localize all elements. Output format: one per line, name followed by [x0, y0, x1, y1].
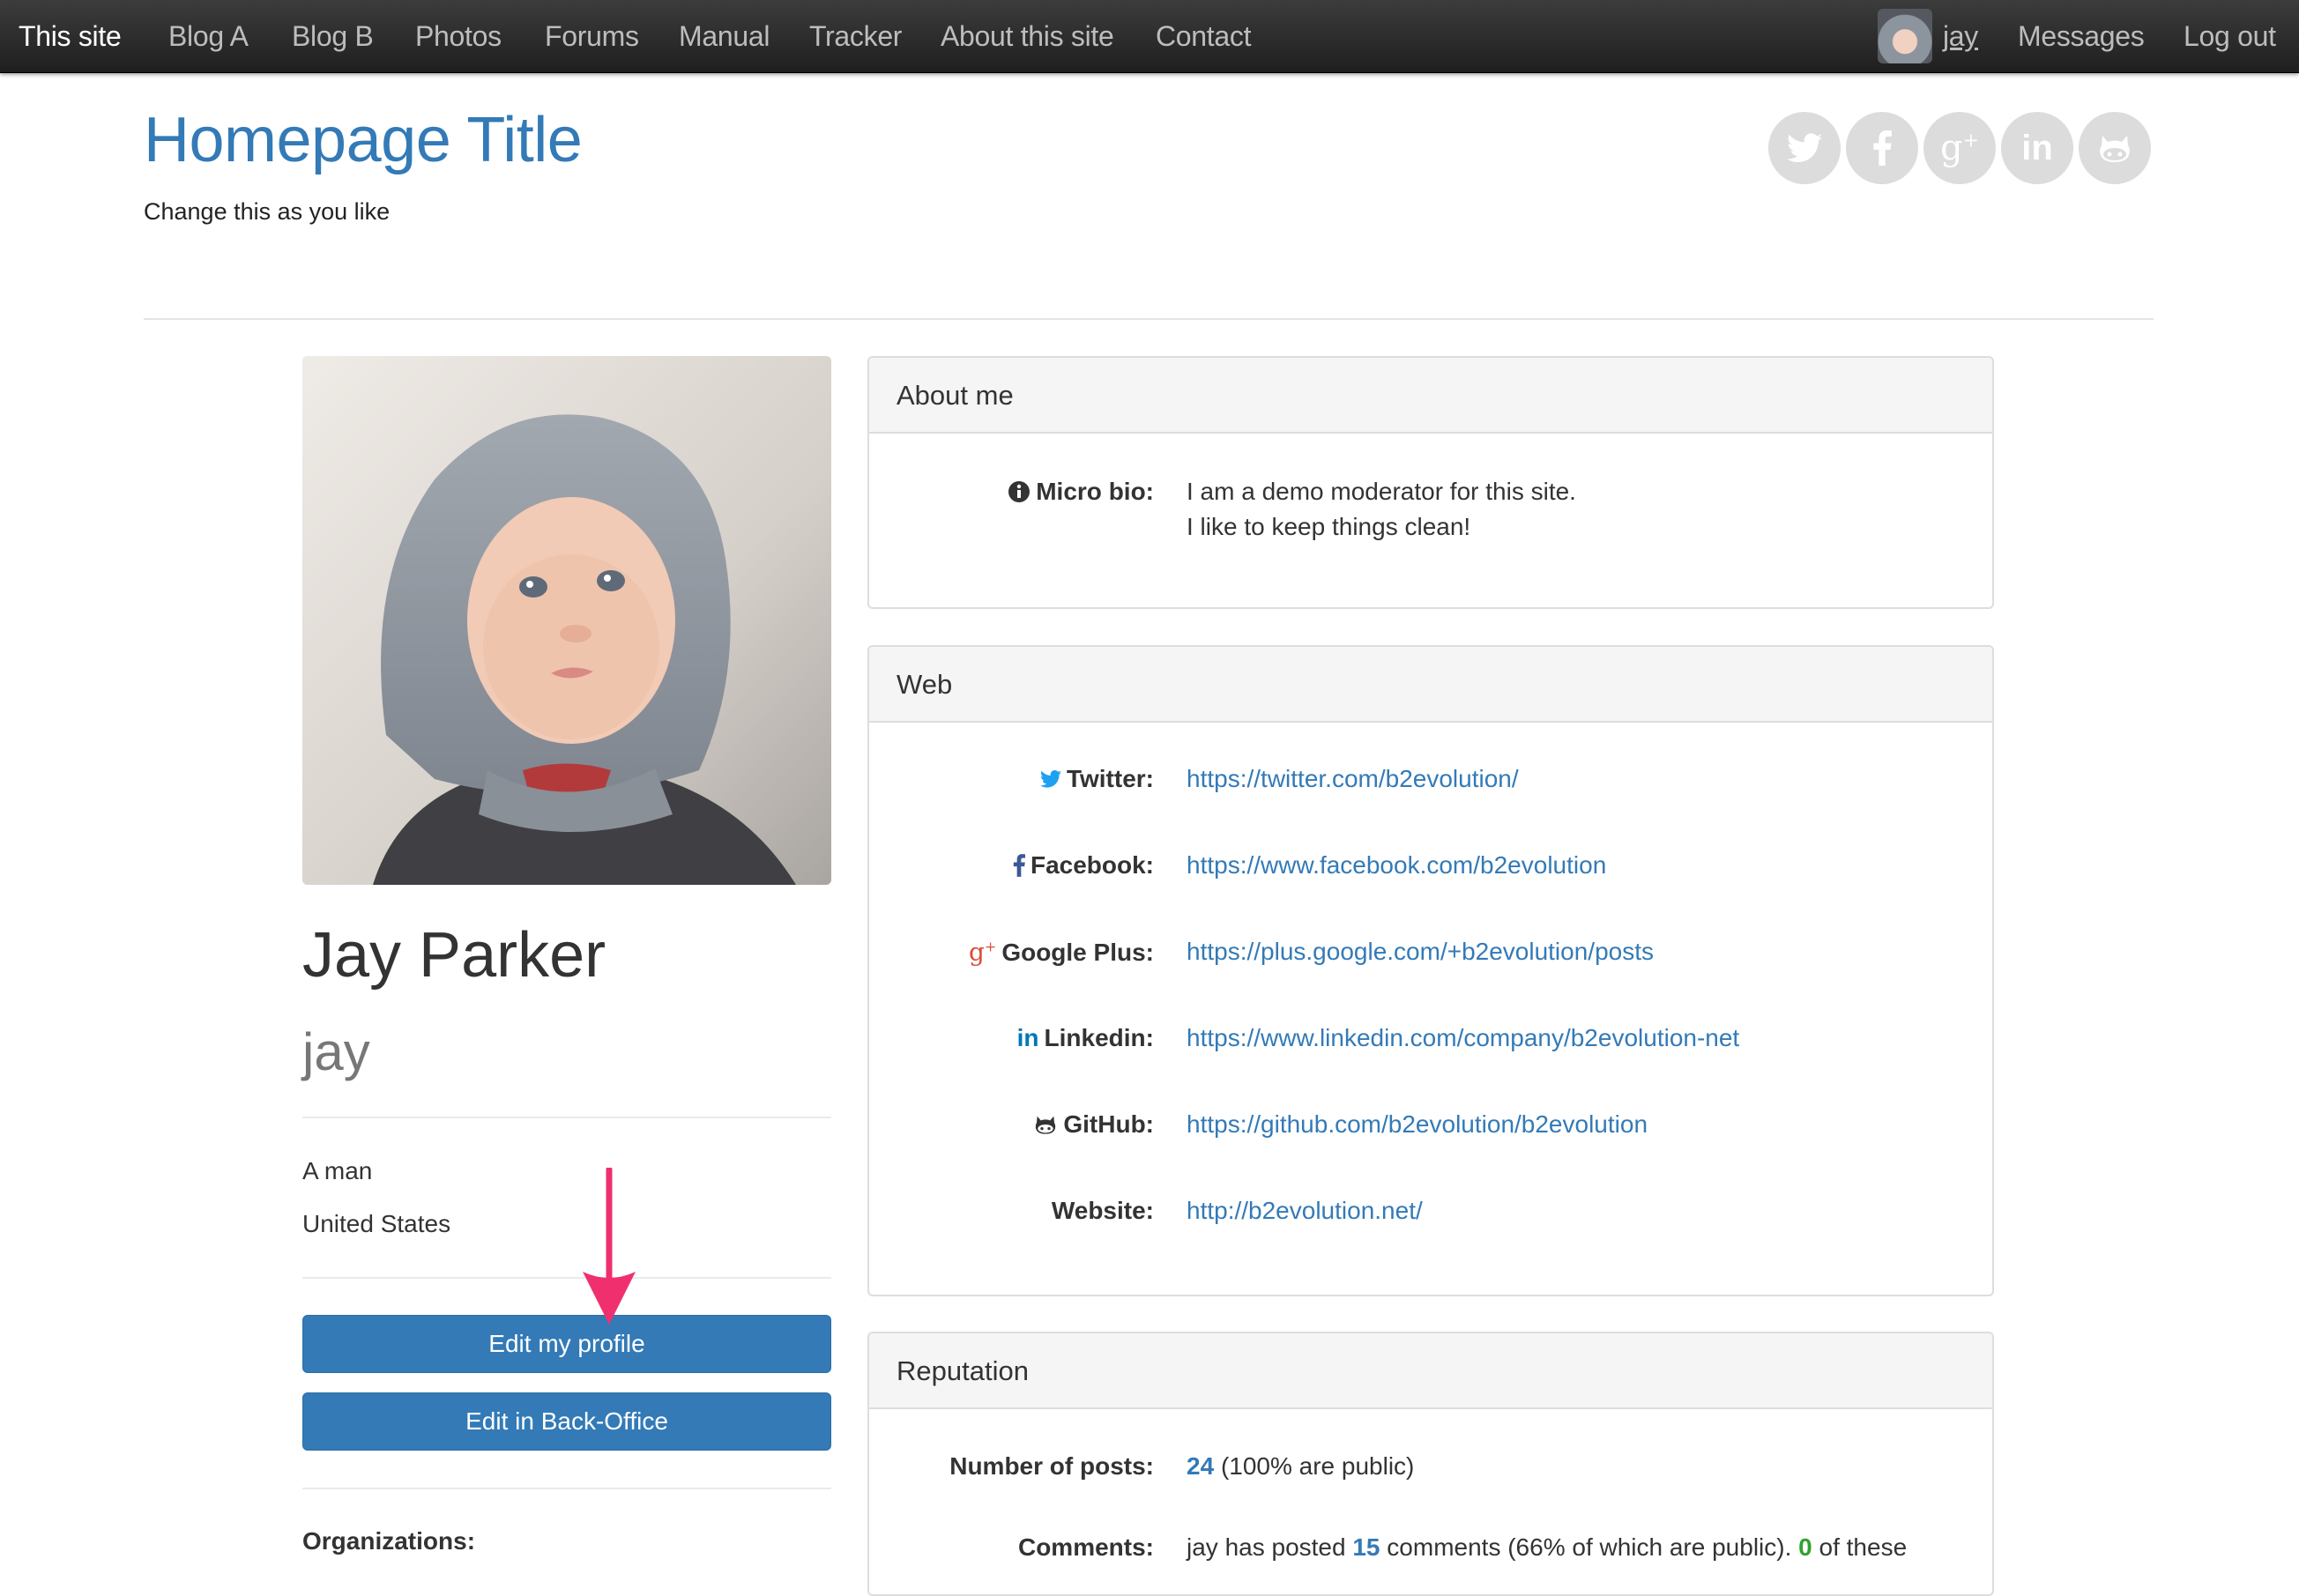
twitter-label: Twitter:: [1066, 765, 1154, 792]
reputation-heading: Reputation: [869, 1333, 1992, 1409]
edit-in-back-office-button[interactable]: Edit in Back-Office: [302, 1392, 831, 1451]
linkedin-label: Linkedin:: [1044, 1024, 1154, 1051]
posts-note: (100% are public): [1220, 1452, 1415, 1480]
nav-about-this-site[interactable]: About this site: [941, 0, 1114, 72]
comments-suffix: of these: [1819, 1533, 1908, 1561]
facebook-icon[interactable]: [1846, 112, 1918, 184]
nav-photos[interactable]: Photos: [415, 0, 502, 72]
website-link[interactable]: http://b2evolution.net/: [1187, 1197, 1423, 1225]
nav-blog-b[interactable]: Blog B: [292, 0, 374, 72]
google-plus-icon[interactable]: g+: [1923, 112, 1996, 184]
site-tagline: Change this as you like: [144, 198, 391, 225]
github-link[interactable]: https://github.com/b2evolution/b2evoluti…: [1187, 1110, 1648, 1139]
google-plus-label: Google Plus:: [1001, 938, 1154, 966]
annotation-arrow-icon: [583, 1168, 636, 1325]
site-title[interactable]: Homepage Title: [144, 104, 583, 176]
edit-my-profile-button[interactable]: Edit my profile: [302, 1315, 831, 1373]
twitter-icon[interactable]: [1768, 112, 1841, 184]
nav-user-link[interactable]: jay: [1943, 0, 1978, 72]
facebook-link[interactable]: https://www.facebook.com/b2evolution: [1187, 851, 1606, 880]
profile-photo[interactable]: [302, 356, 831, 885]
about-me-heading: About me: [869, 358, 1992, 434]
profile-full-name: Jay Parker: [302, 920, 606, 991]
comments-middle: comments (66% of which are public).: [1387, 1533, 1792, 1561]
github-icon: [1036, 1116, 1056, 1134]
nav-forums[interactable]: Forums: [545, 0, 639, 72]
web-panel: Web Twitter: https://twitter.com/b2evolu…: [867, 645, 1994, 1296]
profile-country: United States: [302, 1210, 451, 1237]
twitter-link[interactable]: https://twitter.com/b2evolution/: [1187, 765, 1519, 793]
profile-gender: A man: [302, 1157, 373, 1184]
linkedin-icon[interactable]: in: [2001, 112, 2073, 184]
profile-login: jay: [302, 1022, 370, 1081]
linkedin-link[interactable]: https://www.linkedin.com/company/b2evolu…: [1187, 1024, 1739, 1052]
header-divider: [144, 318, 2154, 320]
info-icon: [1008, 481, 1030, 502]
nav-manual[interactable]: Manual: [679, 0, 770, 72]
user-avatar[interactable]: [1878, 9, 1932, 63]
organizations-label: Organizations:: [302, 1527, 476, 1555]
nav-tracker[interactable]: Tracker: [809, 0, 902, 72]
profile-divider: [302, 1117, 831, 1118]
top-navbar: This site Blog A Blog B Photos Forums Ma…: [0, 0, 2299, 73]
twitter-icon: [1039, 770, 1061, 788]
comments-prefix: jay has posted: [1187, 1533, 1346, 1561]
nav-blog-a[interactable]: Blog A: [168, 0, 249, 72]
comments-label: Comments:: [1017, 1533, 1154, 1561]
website-label: Website:: [1051, 1197, 1154, 1224]
facebook-label: Facebook:: [1030, 851, 1154, 879]
reputation-panel: Reputation Number of posts: 24 (100% are…: [867, 1332, 1994, 1596]
nav-messages[interactable]: Messages: [2018, 0, 2145, 72]
github-label: GitHub:: [1063, 1110, 1154, 1138]
nav-contact[interactable]: Contact: [1156, 0, 1251, 72]
facebook-icon: [1013, 854, 1025, 877]
linkedin-icon: in: [1016, 1024, 1039, 1051]
micro-bio-label: Micro bio:: [1036, 478, 1154, 505]
nav-this-site[interactable]: This site: [19, 0, 122, 72]
profile-divider: [302, 1277, 831, 1279]
about-me-panel: About me Micro bio: I am a demo moderato…: [867, 356, 1994, 609]
nav-logout[interactable]: Log out: [2184, 0, 2276, 72]
comments-zero-link[interactable]: 0: [1798, 1533, 1812, 1561]
profile-divider: [302, 1488, 831, 1489]
google-plus-link[interactable]: https://plus.google.com/+b2evolution/pos…: [1187, 938, 1654, 966]
posts-count-link[interactable]: 24: [1187, 1452, 1214, 1480]
github-icon[interactable]: [2079, 112, 2151, 184]
micro-bio-line-1: I am a demo moderator for this site.: [1187, 478, 1576, 505]
web-heading: Web: [869, 647, 1992, 723]
micro-bio-line-2: I like to keep things clean!: [1187, 513, 1471, 540]
posts-label: Number of posts:: [949, 1452, 1154, 1480]
google-plus-icon: g+: [968, 938, 997, 967]
comments-count-link[interactable]: 15: [1352, 1533, 1380, 1561]
